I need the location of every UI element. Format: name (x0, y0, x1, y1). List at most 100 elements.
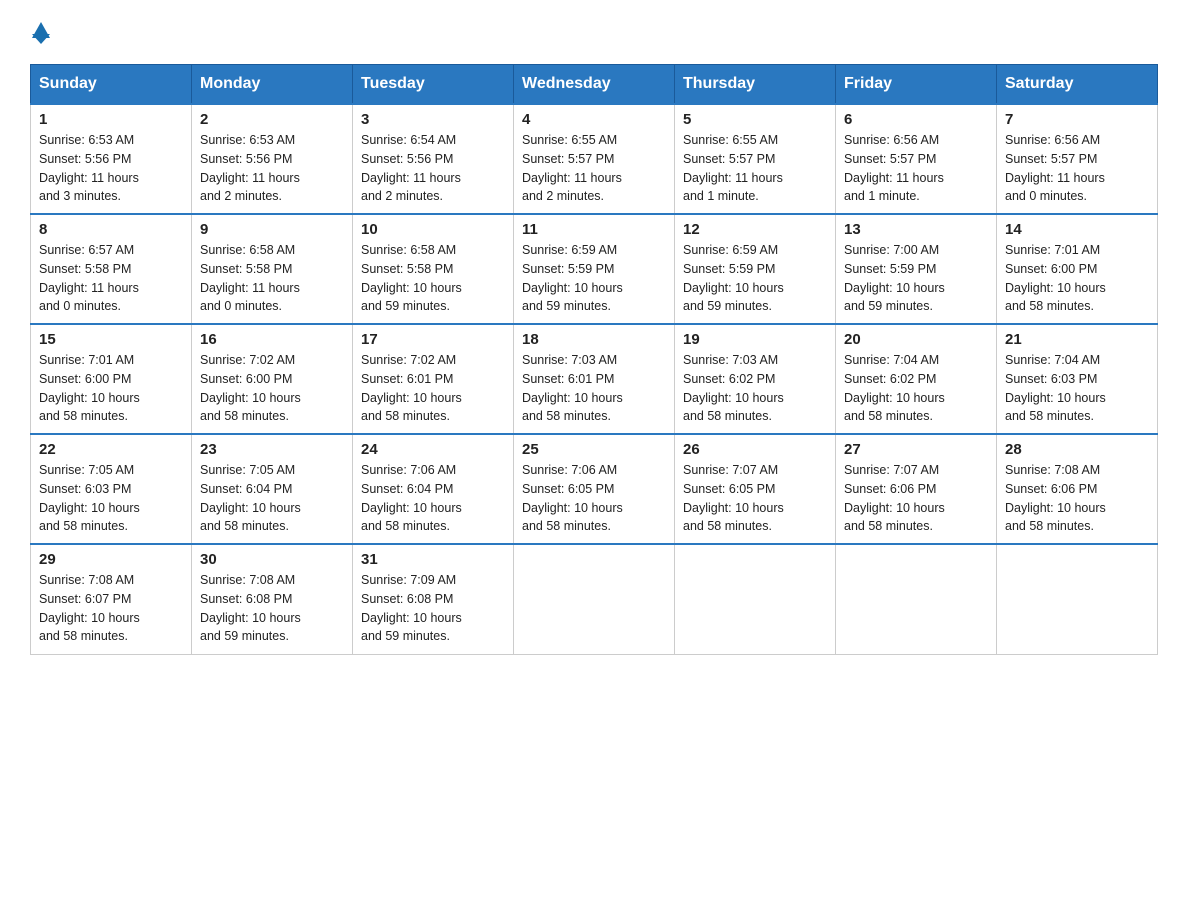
day-info: Sunrise: 6:56 AMSunset: 5:57 PMDaylight:… (1005, 131, 1149, 206)
calendar-cell: 22 Sunrise: 7:05 AMSunset: 6:03 PMDayligh… (31, 434, 192, 544)
day-info: Sunrise: 6:54 AMSunset: 5:56 PMDaylight:… (361, 131, 505, 206)
calendar-cell: 27 Sunrise: 7:07 AMSunset: 6:06 PMDayligh… (836, 434, 997, 544)
page-header (30, 20, 1158, 44)
calendar-cell: 30 Sunrise: 7:08 AMSunset: 6:08 PMDayligh… (192, 544, 353, 654)
calendar-cell (514, 544, 675, 654)
day-info: Sunrise: 7:02 AMSunset: 6:00 PMDaylight:… (200, 351, 344, 426)
day-number: 3 (361, 111, 505, 128)
calendar-cell: 18 Sunrise: 7:03 AMSunset: 6:01 PMDayligh… (514, 324, 675, 434)
weekday-header-friday: Friday (836, 65, 997, 105)
day-number: 2 (200, 111, 344, 128)
day-number: 17 (361, 331, 505, 348)
weekday-header-sunday: Sunday (31, 65, 192, 105)
calendar-cell: 1 Sunrise: 6:53 AMSunset: 5:56 PMDaylight… (31, 104, 192, 214)
day-number: 19 (683, 331, 827, 348)
day-number: 30 (200, 551, 344, 568)
weekday-header-monday: Monday (192, 65, 353, 105)
day-number: 28 (1005, 441, 1149, 458)
logo (30, 20, 50, 44)
calendar-cell (675, 544, 836, 654)
day-info: Sunrise: 7:08 AMSunset: 6:06 PMDaylight:… (1005, 461, 1149, 536)
day-number: 22 (39, 441, 183, 458)
day-number: 26 (683, 441, 827, 458)
day-number: 15 (39, 331, 183, 348)
day-info: Sunrise: 7:03 AMSunset: 6:01 PMDaylight:… (522, 351, 666, 426)
day-info: Sunrise: 7:05 AMSunset: 6:04 PMDaylight:… (200, 461, 344, 536)
calendar-cell: 4Sunrise: 6:55 AMSunset: 5:57 PMDaylight… (514, 104, 675, 214)
day-number: 8 (39, 221, 183, 238)
day-number: 14 (1005, 221, 1149, 238)
day-info: Sunrise: 7:08 AMSunset: 6:07 PMDaylight:… (39, 571, 183, 646)
day-number: 1 (39, 111, 183, 128)
day-number: 12 (683, 221, 827, 238)
day-number: 25 (522, 441, 666, 458)
day-info: Sunrise: 7:07 AMSunset: 6:06 PMDaylight:… (844, 461, 988, 536)
day-info: Sunrise: 6:55 AMSunset: 5:57 PMDaylight:… (683, 131, 827, 206)
calendar-cell: 3 Sunrise: 6:54 AMSunset: 5:56 PMDaylight… (353, 104, 514, 214)
calendar-cell: 13 Sunrise: 7:00 AMSunset: 5:59 PMDayligh… (836, 214, 997, 324)
day-info: Sunrise: 6:53 AMSunset: 5:56 PMDaylight:… (39, 131, 183, 206)
day-number: 13 (844, 221, 988, 238)
calendar-cell: 17 Sunrise: 7:02 AMSunset: 6:01 PMDayligh… (353, 324, 514, 434)
calendar-cell: 14 Sunrise: 7:01 AMSunset: 6:00 PMDayligh… (997, 214, 1158, 324)
weekday-header-thursday: Thursday (675, 65, 836, 105)
weekday-header-tuesday: Tuesday (353, 65, 514, 105)
calendar-cell: 5 Sunrise: 6:55 AMSunset: 5:57 PMDaylight… (675, 104, 836, 214)
day-info: Sunrise: 6:55 AMSunset: 5:57 PMDaylight:… (522, 131, 666, 206)
day-info: Sunrise: 7:00 AMSunset: 5:59 PMDaylight:… (844, 241, 988, 316)
day-number: 10 (361, 221, 505, 238)
day-info: Sunrise: 7:01 AMSunset: 6:00 PMDaylight:… (39, 351, 183, 426)
day-info: Sunrise: 6:57 AMSunset: 5:58 PMDaylight:… (39, 241, 183, 316)
calendar-cell: 25 Sunrise: 7:06 AMSunset: 6:05 PMDayligh… (514, 434, 675, 544)
day-info: Sunrise: 6:59 AMSunset: 5:59 PMDaylight:… (522, 241, 666, 316)
day-number: 7 (1005, 111, 1149, 128)
calendar-table: SundayMondayTuesdayWednesdayThursdayFrid… (30, 64, 1158, 655)
calendar-cell: 15 Sunrise: 7:01 AMSunset: 6:00 PMDayligh… (31, 324, 192, 434)
day-number: 31 (361, 551, 505, 568)
day-number: 5 (683, 111, 827, 128)
day-info: Sunrise: 7:02 AMSunset: 6:01 PMDaylight:… (361, 351, 505, 426)
day-number: 23 (200, 441, 344, 458)
calendar-cell: 10 Sunrise: 6:58 AMSunset: 5:58 PMDayligh… (353, 214, 514, 324)
day-info: Sunrise: 6:56 AMSunset: 5:57 PMDaylight:… (844, 131, 988, 206)
day-info: Sunrise: 7:03 AMSunset: 6:02 PMDaylight:… (683, 351, 827, 426)
calendar-cell (836, 544, 997, 654)
calendar-cell (997, 544, 1158, 654)
weekday-header-wednesday: Wednesday (514, 65, 675, 105)
calendar-cell: 8 Sunrise: 6:57 AMSunset: 5:58 PMDaylight… (31, 214, 192, 324)
calendar-cell: 23 Sunrise: 7:05 AMSunset: 6:04 PMDayligh… (192, 434, 353, 544)
day-number: 21 (1005, 331, 1149, 348)
day-number: 20 (844, 331, 988, 348)
calendar-cell: 29 Sunrise: 7:08 AMSunset: 6:07 PMDayligh… (31, 544, 192, 654)
day-info: Sunrise: 7:05 AMSunset: 6:03 PMDaylight:… (39, 461, 183, 536)
day-info: Sunrise: 7:01 AMSunset: 6:00 PMDaylight:… (1005, 241, 1149, 316)
day-info: Sunrise: 7:07 AMSunset: 6:05 PMDaylight:… (683, 461, 827, 536)
day-info: Sunrise: 6:58 AMSunset: 5:58 PMDaylight:… (361, 241, 505, 316)
calendar-cell: 26 Sunrise: 7:07 AMSunset: 6:05 PMDayligh… (675, 434, 836, 544)
calendar-cell: 9Sunrise: 6:58 AMSunset: 5:58 PMDaylight… (192, 214, 353, 324)
calendar-cell: 6Sunrise: 6:56 AMSunset: 5:57 PMDaylight… (836, 104, 997, 214)
calendar-cell: 16 Sunrise: 7:02 AMSunset: 6:00 PMDayligh… (192, 324, 353, 434)
day-number: 18 (522, 331, 666, 348)
day-info: Sunrise: 7:06 AMSunset: 6:05 PMDaylight:… (522, 461, 666, 536)
calendar-cell: 12 Sunrise: 6:59 AMSunset: 5:59 PMDayligh… (675, 214, 836, 324)
day-number: 16 (200, 331, 344, 348)
day-number: 9 (200, 221, 344, 238)
calendar-cell: 24Sunrise: 7:06 AMSunset: 6:04 PMDayligh… (353, 434, 514, 544)
calendar-cell: 28 Sunrise: 7:08 AMSunset: 6:06 PMDayligh… (997, 434, 1158, 544)
calendar-cell: 11Sunrise: 6:59 AMSunset: 5:59 PMDayligh… (514, 214, 675, 324)
day-info: Sunrise: 7:04 AMSunset: 6:02 PMDaylight:… (844, 351, 988, 426)
day-info: Sunrise: 6:59 AMSunset: 5:59 PMDaylight:… (683, 241, 827, 316)
calendar-cell: 19 Sunrise: 7:03 AMSunset: 6:02 PMDayligh… (675, 324, 836, 434)
day-number: 24 (361, 441, 505, 458)
day-info: Sunrise: 7:08 AMSunset: 6:08 PMDaylight:… (200, 571, 344, 646)
day-number: 27 (844, 441, 988, 458)
calendar-cell: 21 Sunrise: 7:04 AMSunset: 6:03 PMDayligh… (997, 324, 1158, 434)
weekday-header-saturday: Saturday (997, 65, 1158, 105)
day-info: Sunrise: 7:04 AMSunset: 6:03 PMDaylight:… (1005, 351, 1149, 426)
calendar-cell: 20 Sunrise: 7:04 AMSunset: 6:02 PMDayligh… (836, 324, 997, 434)
day-info: Sunrise: 6:53 AMSunset: 5:56 PMDaylight:… (200, 131, 344, 206)
day-number: 29 (39, 551, 183, 568)
day-info: Sunrise: 7:09 AMSunset: 6:08 PMDaylight:… (361, 571, 505, 646)
calendar-cell: 31 Sunrise: 7:09 AMSunset: 6:08 PMDayligh… (353, 544, 514, 654)
